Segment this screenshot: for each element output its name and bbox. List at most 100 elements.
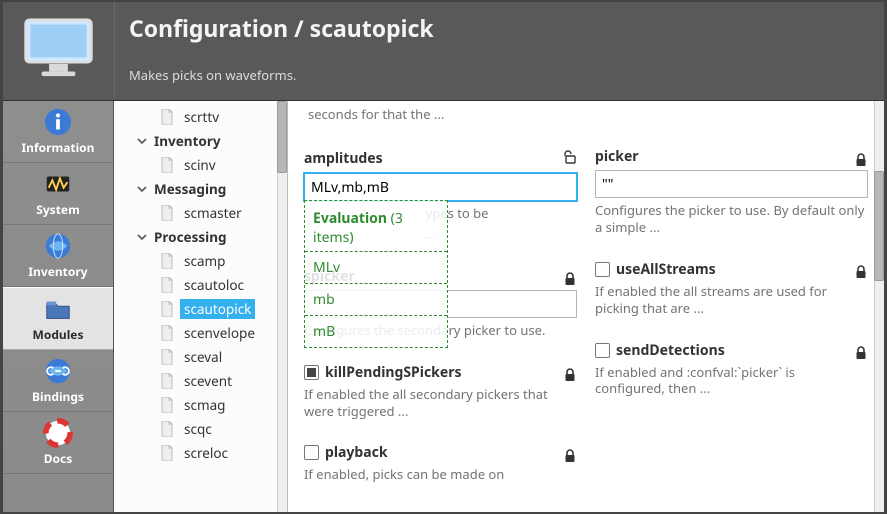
evaluation-popup[interactable]: Evaluation (3 items)MLvmbmB <box>304 200 448 348</box>
file-icon <box>160 277 174 293</box>
tree-item-scmaster[interactable]: scmaster <box>114 201 287 225</box>
param-input-picker[interactable] <box>595 170 868 198</box>
tree-item-sceval[interactable]: sceval <box>114 345 287 369</box>
param-label: amplitudes <box>304 149 383 168</box>
tree-item-label: scinv <box>180 155 220 175</box>
tree-group-label: Processing <box>150 227 231 247</box>
param-picker: picker Configures the picker to use. By d… <box>595 147 868 236</box>
content-scrollbar-thumb[interactable] <box>874 171 884 281</box>
param-head: picker <box>595 147 868 166</box>
file-icon <box>160 445 174 461</box>
nav-item-inventory[interactable]: Inventory <box>3 225 113 287</box>
params-column-right: picker Configures the picker to use. By d… <box>595 123 868 483</box>
nav-label: Information <box>22 139 95 156</box>
param-label: useAllStreams <box>595 260 716 279</box>
lock-icon[interactable] <box>563 365 577 379</box>
param-label-text: amplitudes <box>304 149 383 168</box>
params-columns: amplitudes ypes to be ...Evaluation (3 i… <box>304 123 868 483</box>
tree-item-label: scautoloc <box>180 275 248 295</box>
tree-item-label: screloc <box>180 443 232 463</box>
params-column-left: amplitudes ypes to be ...Evaluation (3 i… <box>304 123 577 483</box>
tree-item-scamp[interactable]: scamp <box>114 249 287 273</box>
param-useAllStreams: useAllStreamsIf enabled the all streams … <box>595 260 868 317</box>
param-label: killPendingSPickers <box>304 363 462 382</box>
param-label-text: useAllStreams <box>616 260 716 279</box>
tree-item-label: scqc <box>180 419 216 439</box>
lock-icon[interactable] <box>563 269 577 283</box>
bindings-icon <box>43 356 73 386</box>
tree-item-scevent[interactable]: scevent <box>114 369 287 393</box>
file-icon <box>160 109 174 125</box>
file-icon <box>160 301 174 317</box>
nav-item-information[interactable]: Information <box>3 101 113 163</box>
tree-item-scinv[interactable]: scinv <box>114 153 287 177</box>
module-tree[interactable]: scrttvInventory scinvMessagingscmasterPro… <box>114 101 288 512</box>
tree-item-label: scenvelope <box>180 323 259 343</box>
param-sendDetections: sendDetectionsIf enabled and :confval:`p… <box>595 341 868 398</box>
page-subtitle: Makes picks on waveforms. <box>129 66 870 84</box>
param-head: playback <box>304 443 577 462</box>
param-label: playback <box>304 443 388 462</box>
body: Information System Inventory Modules Binding… <box>3 101 884 512</box>
param-input-amplitudes[interactable] <box>304 173 577 201</box>
tree-group-processing[interactable]: Processing <box>114 225 287 249</box>
tree-group-messaging[interactable]: Messaging <box>114 177 287 201</box>
content-panel: seconds for that the ... amplitudes ypes… <box>288 101 884 512</box>
tree-item-label: scautopick <box>180 299 255 319</box>
file-icon <box>160 421 174 437</box>
tree-item[interactable]: scrttv <box>114 105 287 129</box>
evaluation-header: Evaluation (3 items) <box>305 201 447 251</box>
evaluation-item[interactable]: MLv <box>305 252 447 284</box>
evaluation-item[interactable]: mB <box>305 316 447 347</box>
nav-item-docs[interactable]: Docs <box>3 412 113 474</box>
tree-scrollbar[interactable] <box>277 101 287 512</box>
param-desc: If enabled and :confval:`picker` is conf… <box>595 364 868 398</box>
tree-item-scautopick[interactable]: scautopick <box>114 297 287 321</box>
param-desc: If enabled the all secondary pickers tha… <box>304 386 577 420</box>
nav-item-modules[interactable]: Modules <box>3 287 113 350</box>
checkbox[interactable] <box>595 343 610 358</box>
tree-item-scenvelope[interactable]: scenvelope <box>114 321 287 345</box>
lock-icon[interactable] <box>854 343 868 357</box>
modules-icon <box>43 294 73 324</box>
lock-icon[interactable] <box>563 446 577 460</box>
lock-open-icon[interactable] <box>563 147 577 169</box>
file-icon <box>160 253 174 269</box>
tree-item-label: scamp <box>180 251 229 271</box>
evaluation-list: MLvmbmB <box>305 251 447 347</box>
tree-item-scautoloc[interactable]: scautoloc <box>114 273 287 297</box>
tree-scrollbar-thumb[interactable] <box>277 101 287 173</box>
param-desc: Configures the picker to use. By default… <box>595 202 868 236</box>
information-icon <box>43 107 73 137</box>
tree-item-screloc[interactable]: screloc <box>114 441 287 465</box>
checkbox[interactable] <box>304 365 319 380</box>
lock-icon[interactable] <box>854 262 868 276</box>
content-scrollbar[interactable] <box>874 101 884 512</box>
tree-group-label: Inventory <box>150 131 225 151</box>
checkbox[interactable] <box>595 262 610 277</box>
tree-item-label: sceval <box>180 347 226 367</box>
header-text: Configuration / scautopick Makes picks o… <box>114 2 884 98</box>
param-label-text: picker <box>595 147 639 166</box>
chevron-down-icon[interactable] <box>136 135 148 147</box>
system-icon <box>43 169 73 199</box>
tree-group-inventory[interactable]: Inventory <box>114 129 287 153</box>
chevron-down-icon[interactable] <box>136 183 148 195</box>
header: Configuration / scautopick Makes picks o… <box>3 2 884 101</box>
nav-label: System <box>36 201 80 218</box>
nav-item-bindings[interactable]: Bindings <box>3 350 113 412</box>
inventory-icon <box>43 231 73 261</box>
nav-label: Modules <box>33 326 84 343</box>
param-head: amplitudes <box>304 147 577 169</box>
nav-item-system[interactable]: System <box>3 163 113 225</box>
chevron-down-icon[interactable] <box>136 231 148 243</box>
file-icon <box>160 205 174 221</box>
lock-icon[interactable] <box>854 150 868 164</box>
param-killPendingSPickers: killPendingSPickers If enabled the all se… <box>304 363 577 420</box>
evaluation-item[interactable]: mb <box>305 284 447 316</box>
file-icon <box>160 373 174 389</box>
tree-item-scqc[interactable]: scqc <box>114 417 287 441</box>
nav-label: Inventory <box>28 263 87 280</box>
tree-item-scmag[interactable]: scmag <box>114 393 287 417</box>
checkbox[interactable] <box>304 445 319 460</box>
